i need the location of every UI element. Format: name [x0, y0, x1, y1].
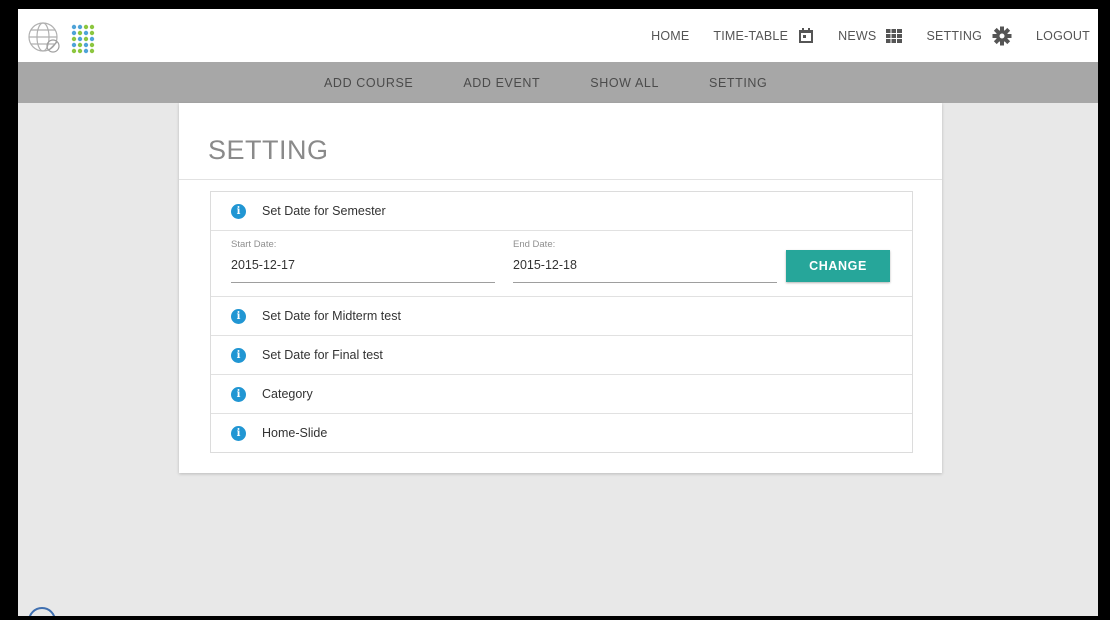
start-date-input[interactable] [231, 252, 495, 283]
accordion-label: Set Date for Semester [262, 204, 386, 218]
sub-navbar: ADD COURSE ADD EVENT SHOW ALL SETTING [18, 62, 1098, 103]
info-icon: i [231, 347, 246, 363]
title-divider [179, 179, 942, 180]
floating-circle-icon[interactable] [28, 607, 56, 616]
accordion-label: Set Date for Final test [262, 348, 383, 362]
subnav-show-all[interactable]: SHOW ALL [590, 76, 659, 90]
nav-setting[interactable]: SETTING [926, 26, 1012, 46]
start-date-label: Start Date: [231, 239, 277, 250]
top-navbar: HOME TIME-TABLE NEWS SETTING LOGOUT [18, 9, 1098, 62]
grid-icon [886, 28, 903, 43]
info-icon: i [231, 425, 246, 441]
info-icon: i [231, 386, 246, 402]
settings-card: SETTING i Set Date for Semester Start Da… [179, 103, 942, 473]
app-window: HOME TIME-TABLE NEWS SETTING LOGOUT ADD … [18, 9, 1098, 616]
accordion-label: Category [262, 387, 313, 401]
end-date-label: End Date: [513, 239, 556, 250]
subnav-add-event[interactable]: ADD EVENT [463, 76, 540, 90]
end-date-field: End Date: [513, 239, 777, 283]
logo[interactable] [26, 19, 116, 55]
nav-logout-label: LOGOUT [1036, 28, 1090, 43]
info-icon: i [231, 203, 246, 219]
nav-setting-label: SETTING [926, 28, 983, 43]
accordion-header-semester[interactable]: i Set Date for Semester [211, 192, 912, 230]
accordion-label: Home-Slide [262, 426, 328, 440]
nav-home[interactable]: HOME [651, 29, 689, 43]
subnav-setting[interactable]: SETTING [709, 76, 767, 90]
accordion-header-category[interactable]: i Category [211, 374, 912, 413]
nav-news[interactable]: NEWS [838, 28, 903, 43]
accordion-label: Set Date for Midterm test [262, 309, 401, 323]
subnav-add-course[interactable]: ADD COURSE [324, 76, 413, 90]
accordion-body-semester: Start Date: End Date: CHANGE [211, 230, 912, 296]
settings-accordion: i Set Date for Semester Start Date: End … [210, 191, 913, 453]
accordion-header-home-slide[interactable]: i Home-Slide [211, 413, 912, 452]
nav-logout[interactable]: LOGOUT [1036, 29, 1090, 43]
change-button[interactable]: CHANGE [786, 250, 890, 282]
accordion-header-final[interactable]: i Set Date for Final test [211, 335, 912, 374]
end-date-input[interactable] [513, 252, 777, 283]
nav-home-label: HOME [651, 28, 690, 43]
nav-time-table-label: TIME-TABLE [713, 28, 789, 43]
page-title: SETTING [208, 135, 329, 165]
nav-news-label: NEWS [838, 28, 877, 43]
accordion-header-midterm[interactable]: i Set Date for Midterm test [211, 296, 912, 335]
sub-nav: ADD COURSE ADD EVENT SHOW ALL SETTING [324, 62, 817, 103]
nav-time-table[interactable]: TIME-TABLE [713, 27, 814, 44]
gear-icon [992, 26, 1012, 46]
start-date-field: Start Date: [231, 239, 495, 283]
info-icon: i [231, 308, 246, 324]
top-nav: HOME TIME-TABLE NEWS SETTING LOGOUT [627, 9, 1090, 62]
calendar-icon [798, 27, 814, 44]
